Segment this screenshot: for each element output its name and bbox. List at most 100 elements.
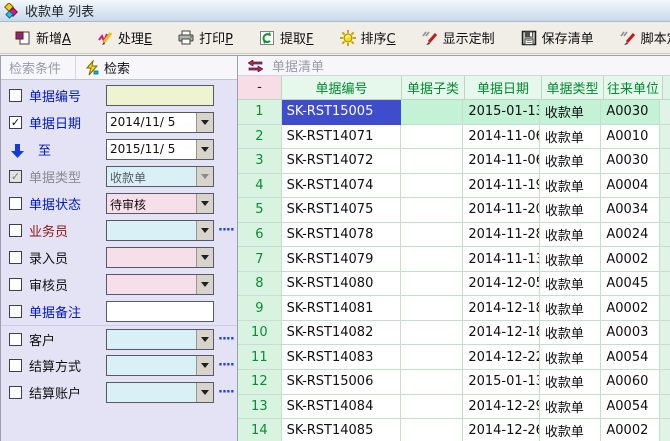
counterparty-cell[interactable]: A0045: [601, 272, 660, 297]
table-row[interactable]: 5SK-RST140752014-11-20收款单A0034: [238, 198, 670, 223]
table-row[interactable]: 6SK-RST14078 2014-11-28收款单A0024: [238, 223, 670, 248]
doc-date-cell[interactable]: 2014-12-05: [463, 272, 539, 297]
entry-clerk-checkbox[interactable]: [9, 251, 22, 264]
doc-number-cell[interactable]: SK-RST14078: [282, 223, 401, 248]
salesperson-checkbox[interactable]: [9, 224, 22, 237]
doc-remark-checkbox[interactable]: [9, 305, 22, 318]
doc-type-cell[interactable]: 收款单: [540, 272, 602, 297]
counterparty-cell[interactable]: A0004: [601, 174, 660, 199]
column-header-doc-type[interactable]: 单据类型: [542, 76, 604, 100]
doc-date-to-input[interactable]: 2015/11/ 5: [107, 140, 196, 159]
doc-date-cell[interactable]: 2014-11-28: [463, 223, 539, 248]
doc-subtype-cell[interactable]: [401, 125, 464, 150]
extract-button[interactable]: 提取F: [254, 25, 319, 50]
table-row[interactable]: 4SK-RST140742014-11-19收款单A0004: [238, 174, 670, 199]
table-row[interactable]: 14SK-RST140852014-12-26收款单A0002: [238, 419, 670, 441]
row-number-cell[interactable]: 4: [238, 174, 282, 199]
doc-type-cell[interactable]: 收款单: [540, 419, 602, 441]
row-number-cell[interactable]: 9: [238, 296, 282, 321]
settle-account-checkbox[interactable]: [9, 386, 22, 399]
row-number-cell[interactable]: 10: [238, 321, 282, 346]
counterparty-cell[interactable]: A0010: [601, 125, 660, 150]
doc-subtype-cell[interactable]: [401, 198, 464, 223]
column-header-doc-number[interactable]: 单据编号: [282, 76, 402, 100]
doc-number-cell[interactable]: SK-RST14075: [282, 198, 401, 223]
display-customize-button[interactable]: 显示定制: [417, 25, 500, 50]
doc-type-cell[interactable]: 收款单: [540, 223, 602, 248]
doc-type-cell[interactable]: 收款单: [540, 321, 602, 346]
process-button[interactable]: 处理E: [92, 25, 157, 50]
doc-date-to-dropdown-button[interactable]: [196, 140, 213, 159]
doc-remark-input[interactable]: [107, 302, 213, 321]
table-row[interactable]: 8SK-RST140802014-12-05收款单A0045: [238, 272, 670, 297]
doc-date-cell[interactable]: 2014-11-19: [463, 174, 539, 199]
row-number-cell[interactable]: 14: [238, 419, 282, 441]
doc-type-cell[interactable]: 收款单: [540, 100, 602, 125]
doc-subtype-cell[interactable]: [401, 296, 464, 321]
doc-number-cell[interactable]: SK-RST14071: [282, 125, 401, 150]
doc-number-cell[interactable]: SK-RST14080: [282, 272, 401, 297]
doc-date-cell[interactable]: 2015-01-13: [463, 370, 539, 395]
doc-date-cell[interactable]: 2014-12-18: [463, 296, 539, 321]
customer-select[interactable]: [107, 330, 196, 349]
table-row[interactable]: 13SK-RST140842014-12-29收款单A0054: [238, 395, 670, 420]
row-number-cell[interactable]: 6: [238, 223, 282, 248]
doc-date-cell[interactable]: 2014-11-20: [463, 198, 539, 223]
table-row[interactable]: 7SK-RST140792014-11-13收款单A0002: [238, 247, 670, 272]
row-number-cell[interactable]: 1: [238, 100, 282, 125]
counterparty-cell[interactable]: A0002: [601, 247, 660, 272]
table-row[interactable]: 2SK-RST140712014-11-06收款单A0010: [238, 125, 670, 150]
row-number-cell[interactable]: 7: [238, 247, 282, 272]
doc-number-cell[interactable]: SK-RST14082: [282, 321, 401, 346]
column-header-doc-subtype[interactable]: 单据子类: [402, 76, 465, 100]
doc-type-cell[interactable]: 收款单: [540, 198, 602, 223]
doc-subtype-cell[interactable]: [401, 174, 464, 199]
doc-subtype-cell[interactable]: [401, 370, 464, 395]
doc-type-cell[interactable]: 收款单: [540, 125, 602, 150]
customer-checkbox[interactable]: [9, 333, 22, 346]
doc-status-select[interactable]: 待审核: [107, 194, 196, 213]
column-header-doc-date[interactable]: 单据日期: [465, 76, 542, 100]
doc-type-cell[interactable]: 收款单: [540, 149, 602, 174]
settle-method-browse-button[interactable]: ····: [218, 358, 234, 373]
auditor-select[interactable]: [107, 275, 196, 294]
doc-date-cell[interactable]: 2014-11-13: [463, 247, 539, 272]
doc-number-cell[interactable]: SK-RST15005: [282, 100, 401, 125]
doc-number-cell[interactable]: SK-RST14083: [282, 345, 401, 370]
counterparty-cell[interactable]: A0030: [601, 100, 660, 125]
entry-clerk-select[interactable]: [107, 248, 196, 267]
doc-type-cell[interactable]: 收款单: [540, 395, 602, 420]
doc-type-cell[interactable]: 收款单: [540, 345, 602, 370]
doc-number-cell[interactable]: SK-RST15006: [282, 370, 401, 395]
counterparty-cell[interactable]: A0030: [601, 149, 660, 174]
counterparty-cell[interactable]: A0034: [601, 198, 660, 223]
counterparty-cell[interactable]: A0002: [601, 296, 660, 321]
doc-number-cell[interactable]: SK-RST14072: [282, 149, 401, 174]
counterparty-cell[interactable]: A0003: [601, 321, 660, 346]
doc-subtype-cell[interactable]: [401, 395, 464, 420]
doc-subtype-cell[interactable]: [401, 419, 464, 441]
settle-method-checkbox[interactable]: [9, 359, 22, 372]
doc-date-cell[interactable]: 2014-12-18: [463, 321, 539, 346]
table-row[interactable]: 10SK-RST14082 2014-12-18收款单A0003: [238, 321, 670, 346]
counterparty-cell[interactable]: A0054: [601, 395, 660, 420]
table-row[interactable]: 11SK-RST140832014-12-22收款单A0054: [238, 345, 670, 370]
counterparty-cell[interactable]: A0024: [601, 223, 660, 248]
doc-type-cell[interactable]: 收款单: [540, 370, 602, 395]
doc-number-cell[interactable]: SK-RST14085: [282, 419, 401, 441]
customer-browse-button[interactable]: ····: [218, 332, 234, 347]
doc-number-cell[interactable]: SK-RST14079: [282, 247, 401, 272]
counterparty-cell[interactable]: A0060: [601, 370, 660, 395]
entry-clerk-dropdown-button[interactable]: [196, 248, 213, 267]
settle-account-select[interactable]: [107, 383, 196, 402]
doc-subtype-cell[interactable]: [401, 149, 464, 174]
row-number-cell[interactable]: 3: [238, 149, 282, 174]
doc-number-input[interactable]: [107, 86, 213, 105]
doc-subtype-cell[interactable]: [401, 100, 464, 125]
doc-date-cell[interactable]: 2014-12-26: [463, 419, 539, 441]
doc-date-cell[interactable]: 2014-12-22: [463, 345, 539, 370]
doc-status-dropdown-button[interactable]: [196, 194, 213, 213]
doc-date-cell[interactable]: 2015-01-13: [463, 100, 539, 125]
customer-dropdown-button[interactable]: [196, 330, 213, 349]
sort-button[interactable]: 排序C: [335, 25, 401, 50]
